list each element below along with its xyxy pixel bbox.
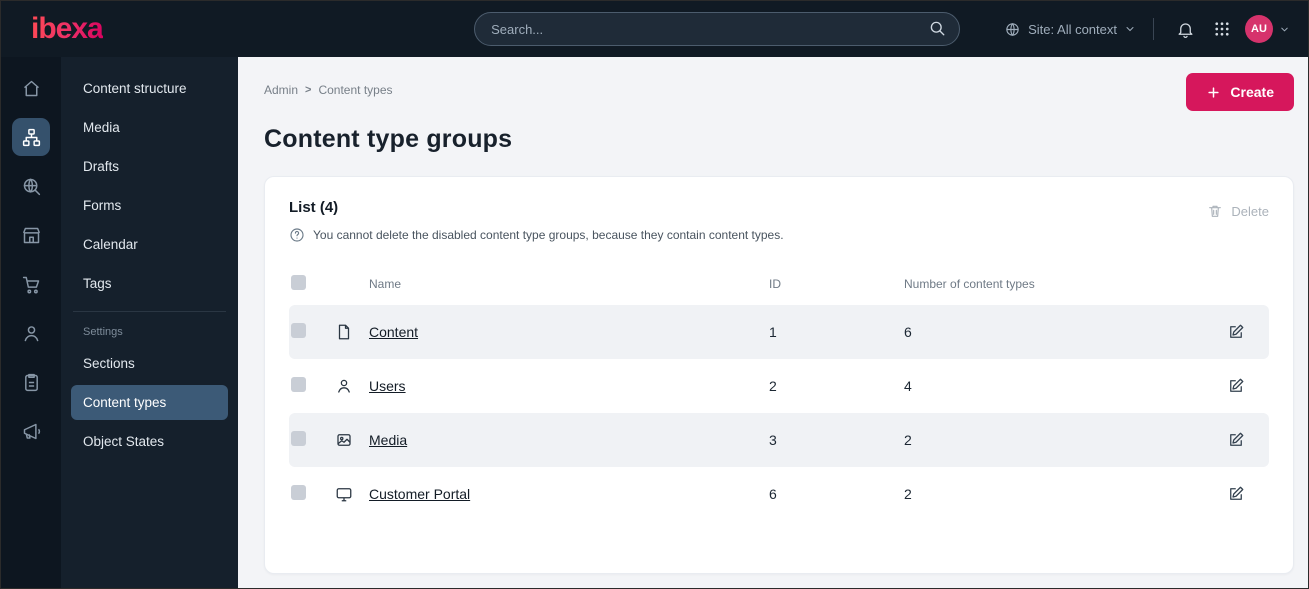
content-tree-icon[interactable] (12, 118, 50, 156)
top-bar: ibexa Site: All context (1, 1, 1308, 57)
personalization-icon[interactable] (12, 314, 50, 352)
search-input[interactable] (474, 12, 961, 46)
create-button-label: Create (1230, 84, 1274, 100)
edit-icon[interactable] (1227, 485, 1269, 503)
breadcrumb-admin[interactable]: Admin (264, 83, 298, 97)
divider (1153, 18, 1154, 40)
trash-icon (1207, 203, 1223, 219)
content-type-groups-card: List (4) You cannot delete the disabled … (264, 176, 1294, 574)
breadcrumb-current: Content types (318, 83, 393, 97)
table-row: Content 1 6 (289, 305, 1269, 359)
breadcrumb: Admin > Content types (264, 83, 393, 97)
main-content: Admin > Content types Create Content typ… (238, 57, 1308, 588)
create-button[interactable]: Create (1186, 73, 1294, 111)
sidebar-item-media[interactable]: Media (71, 110, 228, 145)
table-row: Media 3 2 (289, 413, 1269, 467)
monitor-icon (335, 485, 369, 503)
list-title: List (4) (289, 199, 339, 216)
sidebar-item-drafts[interactable]: Drafts (71, 149, 228, 184)
notifications-bell-icon[interactable] (1171, 15, 1199, 43)
column-header-name: Name (369, 277, 402, 291)
sidebar-item-forms[interactable]: Forms (71, 188, 228, 223)
edit-icon[interactable] (1227, 431, 1269, 449)
menu-divider (73, 311, 226, 312)
user-icon (335, 377, 369, 395)
row-checkbox[interactable] (291, 323, 306, 338)
sidebar-menu: Content structure Media Drafts Forms Cal… (61, 57, 238, 588)
top-right-controls: Site: All context AU (1004, 15, 1290, 43)
sidebar-item-tags[interactable]: Tags (71, 266, 228, 301)
group-count: 4 (904, 378, 912, 394)
page-title: Content type groups (264, 125, 513, 153)
global-search (474, 12, 961, 46)
sidebar-item-content-types[interactable]: Content types (71, 385, 228, 420)
site-context-selector[interactable]: Site: All context (1004, 21, 1136, 38)
group-link[interactable]: Customer Portal (369, 486, 470, 502)
sidebar-item-calendar[interactable]: Calendar (71, 227, 228, 262)
home-icon[interactable] (12, 69, 50, 107)
search-icon[interactable] (928, 19, 946, 37)
search-globe-icon[interactable] (12, 167, 50, 205)
row-checkbox[interactable] (291, 485, 306, 500)
admin-list-icon[interactable] (12, 363, 50, 401)
content-type-groups-table: Name ID Number of content types Content (289, 263, 1269, 521)
group-id: 2 (769, 378, 777, 394)
chevron-down-icon[interactable] (1279, 24, 1290, 35)
delete-button-label: Delete (1231, 203, 1269, 219)
row-checkbox[interactable] (291, 377, 306, 392)
storefront-icon[interactable] (12, 216, 50, 254)
group-count: 2 (904, 432, 912, 448)
group-link[interactable]: Media (369, 432, 407, 448)
breadcrumb-separator: > (305, 84, 312, 96)
edit-icon[interactable] (1227, 323, 1269, 341)
app-window: ibexa Site: All context (0, 0, 1309, 589)
settings-section-label: Settings (83, 326, 123, 338)
group-id: 3 (769, 432, 777, 448)
group-count: 2 (904, 486, 912, 502)
row-checkbox[interactable] (291, 431, 306, 446)
app-switcher-grid-icon[interactable] (1208, 15, 1236, 43)
column-header-count: Number of content types (904, 277, 1035, 291)
globe-icon (1004, 21, 1021, 38)
megaphone-icon[interactable] (12, 412, 50, 450)
group-id: 6 (769, 486, 777, 502)
table-header: Name ID Number of content types (289, 263, 1269, 305)
select-all-checkbox[interactable] (291, 275, 306, 290)
sidebar-item-sections[interactable]: Sections (71, 346, 228, 381)
cart-icon[interactable] (12, 265, 50, 303)
group-link[interactable]: Users (369, 378, 406, 394)
ibexa-logo: ibexa (31, 12, 104, 45)
plus-icon (1206, 85, 1221, 100)
sidebar-item-content-structure[interactable]: Content structure (71, 71, 228, 106)
table-row: Users 2 4 (289, 359, 1269, 413)
group-count: 6 (904, 324, 912, 340)
table-row: Customer Portal 6 2 (289, 467, 1269, 521)
logo: ibexa (1, 12, 238, 46)
help-circle-icon (289, 227, 305, 243)
file-icon (335, 323, 369, 341)
icon-rail (1, 57, 61, 588)
edit-icon[interactable] (1227, 377, 1269, 395)
column-header-id: ID (769, 277, 781, 291)
image-icon (335, 431, 369, 449)
help-text: You cannot delete the disabled content t… (313, 228, 784, 242)
group-link[interactable]: Content (369, 324, 418, 340)
delete-button[interactable]: Delete (1207, 203, 1269, 219)
chevron-down-icon (1124, 23, 1136, 35)
site-context-label: Site: All context (1028, 21, 1117, 37)
avatar[interactable]: AU (1245, 15, 1273, 43)
group-id: 1 (769, 324, 777, 340)
sidebar-item-object-states[interactable]: Object States (71, 424, 228, 459)
